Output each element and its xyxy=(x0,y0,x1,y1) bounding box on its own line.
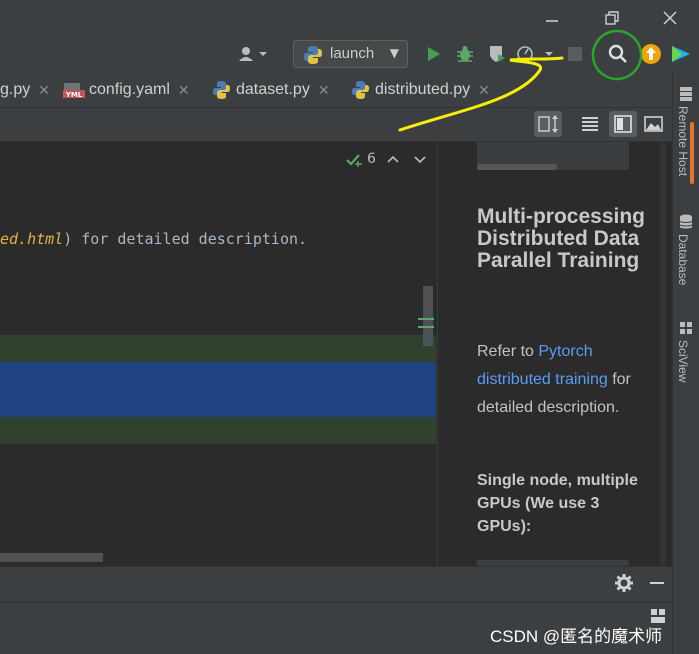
annotation-green-circle xyxy=(591,29,643,81)
annotation-overlay xyxy=(398,29,643,132)
annotation-yellow-arrow xyxy=(398,56,564,132)
